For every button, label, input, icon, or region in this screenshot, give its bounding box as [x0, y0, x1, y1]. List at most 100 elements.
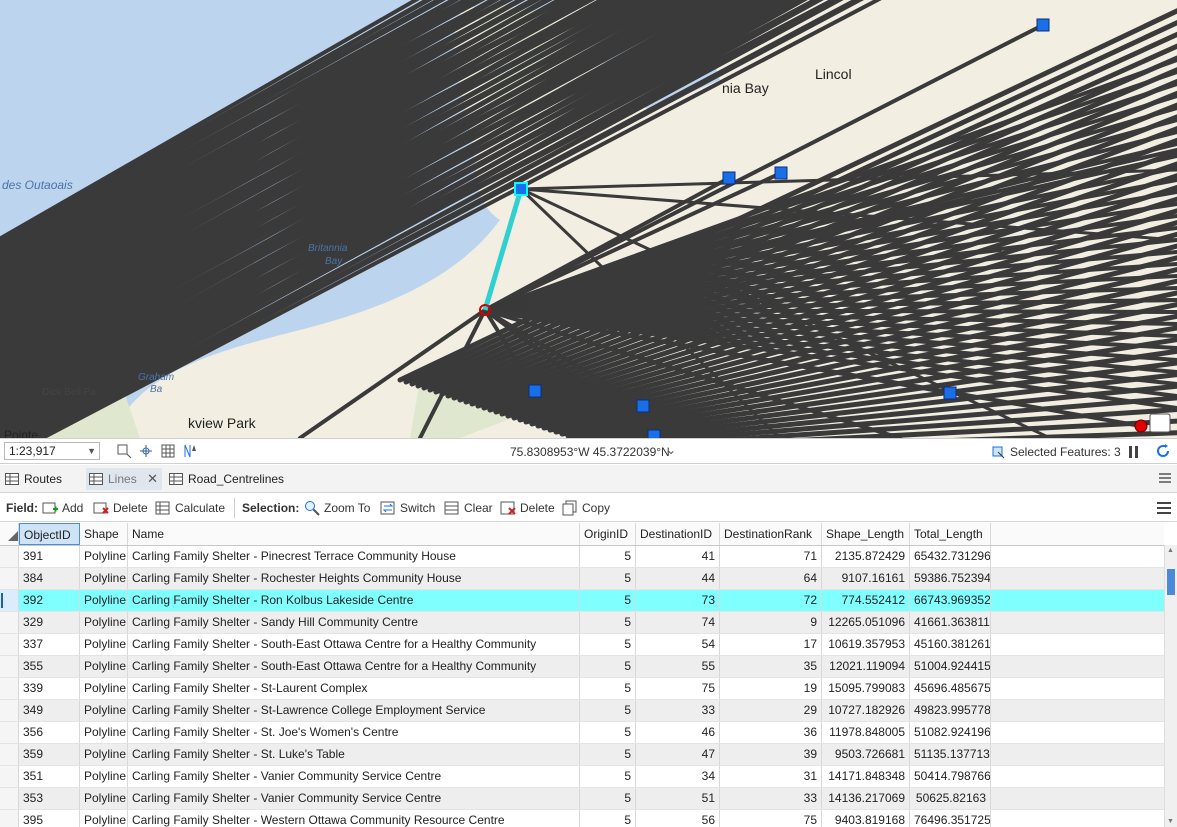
- cell-shape[interactable]: Polyline: [80, 678, 128, 699]
- cell-shape-length[interactable]: 9107.16161: [822, 568, 910, 589]
- table-row[interactable]: 384 Polyline Carling Family Shelter - Roch…: [0, 568, 1164, 590]
- cell-objectid[interactable]: 329: [19, 612, 80, 633]
- cell-name[interactable]: Carling Family Shelter - Western Ottawa …: [128, 810, 580, 827]
- cell-destinationid[interactable]: 51: [636, 788, 720, 809]
- attribute-table[interactable]: ObjectID Shape Name OriginID Destination…: [0, 523, 1177, 827]
- cell-originid[interactable]: 5: [580, 810, 636, 827]
- cell-shape-length[interactable]: 2135.872429: [822, 546, 910, 567]
- cell-shape-length[interactable]: 15095.799083: [822, 678, 910, 699]
- cell-shape-length[interactable]: 14171.848348: [822, 766, 910, 787]
- cell-objectid[interactable]: 359: [19, 744, 80, 765]
- row-header[interactable]: [0, 700, 19, 721]
- cell-shape-length[interactable]: 9403.819168: [822, 810, 910, 827]
- row-header[interactable]: [0, 568, 19, 589]
- cell-shape-length[interactable]: 10727.182926: [822, 700, 910, 721]
- column-header-objectid[interactable]: ObjectID: [19, 523, 80, 545]
- cell-objectid[interactable]: 391: [19, 546, 80, 567]
- row-header[interactable]: [0, 612, 19, 633]
- cell-objectid[interactable]: 384: [19, 568, 80, 589]
- column-header-name[interactable]: Name: [128, 523, 580, 545]
- calculate-button[interactable]: Calculate: [175, 501, 225, 515]
- table-row[interactable]: 351 Polyline Carling Family Shelter - Vani…: [0, 766, 1164, 788]
- select-all-corner[interactable]: [0, 523, 19, 545]
- cell-objectid[interactable]: 337: [19, 634, 80, 655]
- delete-field-icon[interactable]: [93, 500, 109, 516]
- grid-snap-icon[interactable]: [138, 443, 154, 459]
- cell-name[interactable]: Carling Family Shelter - St. Joe's Women…: [128, 722, 580, 743]
- cell-name[interactable]: Carling Family Shelter - Vanier Communit…: [128, 788, 580, 809]
- row-header[interactable]: [0, 722, 19, 743]
- table-row[interactable]: 329 Polyline Carling Family Shelter - Sand…: [0, 612, 1164, 634]
- cell-originid[interactable]: 5: [580, 656, 636, 677]
- table-row[interactable]: 395 Polyline Carling Family Shelter - West…: [0, 810, 1164, 827]
- row-header[interactable]: [0, 656, 19, 677]
- cell-name[interactable]: Carling Family Shelter - South-East Otta…: [128, 656, 580, 677]
- cell-destinationid[interactable]: 46: [636, 722, 720, 743]
- cell-shape[interactable]: Polyline: [80, 722, 128, 743]
- table-row[interactable]: 339 Polyline Carling Family Shelter - St-L…: [0, 678, 1164, 700]
- column-header-destinationid[interactable]: DestinationID: [636, 523, 720, 545]
- cell-originid[interactable]: 5: [580, 766, 636, 787]
- cell-total-length[interactable]: 66743.969352: [910, 590, 991, 611]
- zoom-to-button[interactable]: Zoom To: [324, 501, 370, 515]
- cell-shape[interactable]: Polyline: [80, 766, 128, 787]
- cell-objectid[interactable]: 353: [19, 788, 80, 809]
- cell-name[interactable]: Carling Family Shelter - Sandy Hill Comm…: [128, 612, 580, 633]
- cell-total-length[interactable]: 49823.995778: [910, 700, 991, 721]
- cell-destinationid[interactable]: 56: [636, 810, 720, 827]
- tab-road-centrelines[interactable]: Road_Centrelines: [166, 468, 296, 490]
- switch-button[interactable]: Switch: [400, 501, 435, 515]
- cell-objectid[interactable]: 351: [19, 766, 80, 787]
- cell-name[interactable]: Carling Family Shelter - Rochester Heigh…: [128, 568, 580, 589]
- cell-name[interactable]: Carling Family Shelter - Ron Kolbus Lake…: [128, 590, 580, 611]
- cell-destinationrank[interactable]: 33: [720, 788, 822, 809]
- cell-destinationrank[interactable]: 71: [720, 546, 822, 567]
- column-header-destinationrank[interactable]: DestinationRank: [720, 523, 822, 545]
- add-field-icon[interactable]: [42, 500, 58, 516]
- cell-objectid[interactable]: 349: [19, 700, 80, 721]
- cell-shape[interactable]: Polyline: [80, 788, 128, 809]
- chevron-down-icon[interactable]: ⌄: [666, 443, 676, 457]
- cell-destinationid[interactable]: 74: [636, 612, 720, 633]
- cell-originid[interactable]: 5: [580, 634, 636, 655]
- cell-shape[interactable]: Polyline: [80, 810, 128, 827]
- north-arrow-icon[interactable]: [182, 443, 198, 459]
- cell-destinationrank[interactable]: 36: [720, 722, 822, 743]
- delete-selection-button[interactable]: Delete: [520, 501, 555, 515]
- copy-icon[interactable]: [562, 500, 578, 516]
- cell-shape[interactable]: Polyline: [80, 612, 128, 633]
- cell-name[interactable]: Carling Family Shelter - St-Lawrence Col…: [128, 700, 580, 721]
- map-view[interactable]: des Outaoais Britannia Bay nia Bay Linco…: [0, 0, 1177, 438]
- refresh-icon[interactable]: [1155, 443, 1171, 459]
- cell-shape[interactable]: Polyline: [80, 568, 128, 589]
- table-row[interactable]: 353 Polyline Carling Family Shelter - Vani…: [0, 788, 1164, 810]
- table-row[interactable]: 359 Polyline Carling Family Shelter - St. …: [0, 744, 1164, 766]
- map-canvas[interactable]: [0, 0, 1177, 438]
- cell-destinationrank[interactable]: 9: [720, 612, 822, 633]
- cell-shape[interactable]: Polyline: [80, 546, 128, 567]
- cell-shape[interactable]: Polyline: [80, 590, 128, 611]
- zoom-to-icon[interactable]: [304, 500, 320, 516]
- cell-total-length[interactable]: 50625.82163: [910, 788, 991, 809]
- cell-objectid[interactable]: 395: [19, 810, 80, 827]
- table-row[interactable]: 349 Polyline Carling Family Shelter - St-L…: [0, 700, 1164, 722]
- cell-destinationid[interactable]: 33: [636, 700, 720, 721]
- scroll-up-icon[interactable]: ▲: [1167, 547, 1174, 554]
- cell-destinationid[interactable]: 73: [636, 590, 720, 611]
- table-row[interactable]: 355 Polyline Carling Family Shelter - Sout…: [0, 656, 1164, 678]
- column-header-total-length[interactable]: Total_Length: [910, 523, 991, 545]
- cell-shape[interactable]: Polyline: [80, 634, 128, 655]
- cell-destinationid[interactable]: 44: [636, 568, 720, 589]
- cell-objectid[interactable]: 356: [19, 722, 80, 743]
- cell-destinationrank[interactable]: 72: [720, 590, 822, 611]
- delete-field-button[interactable]: Delete: [113, 501, 148, 515]
- cell-originid[interactable]: 5: [580, 744, 636, 765]
- cell-originid[interactable]: 5: [580, 678, 636, 699]
- cell-shape-length[interactable]: 11978.848005: [822, 722, 910, 743]
- fixed-zoom-icon[interactable]: [116, 443, 132, 459]
- scroll-down-icon[interactable]: ▼: [1167, 818, 1174, 825]
- pause-icon[interactable]: [1128, 445, 1140, 459]
- cell-shape[interactable]: Polyline: [80, 744, 128, 765]
- cell-originid[interactable]: 5: [580, 700, 636, 721]
- cell-shape-length[interactable]: 774.552412: [822, 590, 910, 611]
